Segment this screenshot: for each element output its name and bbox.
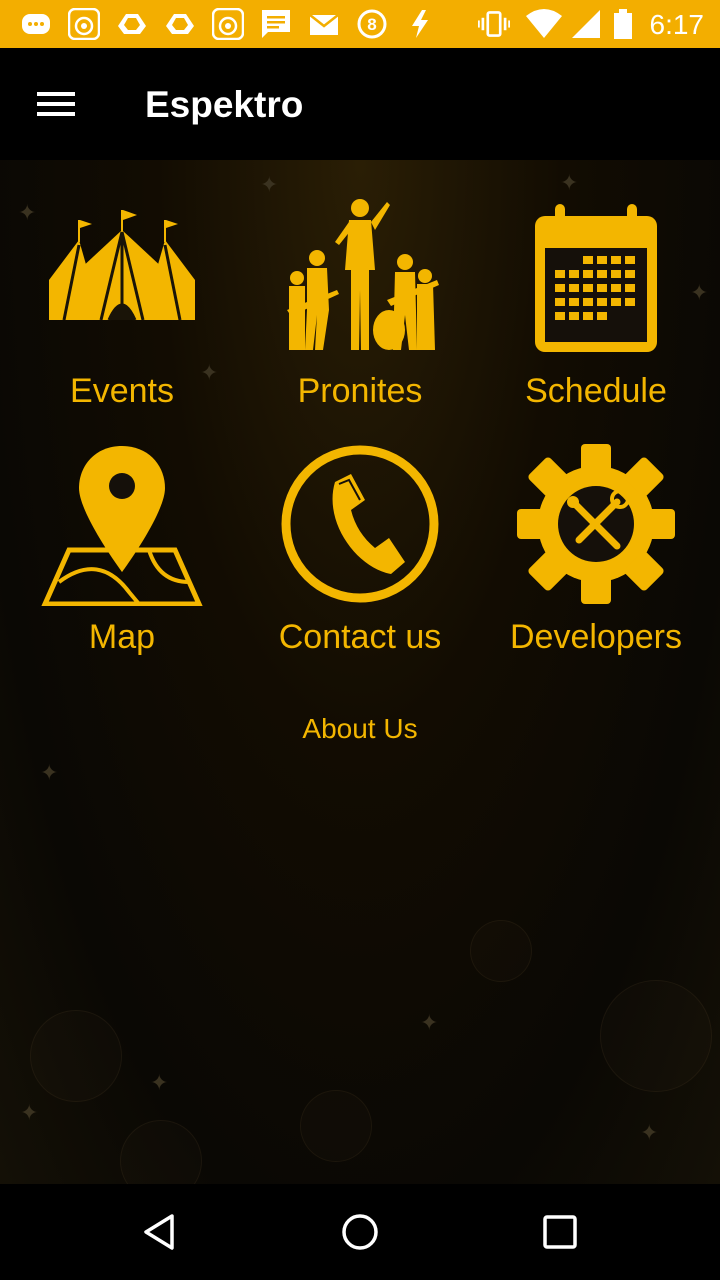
tile-pronites-label: Pronites <box>297 372 423 410</box>
signal-icon <box>572 10 600 38</box>
back-icon[interactable] <box>136 1208 184 1256</box>
hamburger-menu-icon[interactable] <box>24 78 88 134</box>
phone-icon <box>281 445 439 603</box>
lottery-icon <box>212 8 244 40</box>
wifi-icon <box>526 9 562 38</box>
calendar-icon <box>535 204 657 352</box>
app-bar: Espektro <box>0 48 720 160</box>
badge-8-icon: 8 <box>357 9 387 39</box>
nav-bar <box>0 1184 720 1280</box>
tile-contact[interactable]: Contact us <box>250 442 470 672</box>
chat-icon <box>22 14 50 34</box>
main-content: ✦ ✦ ✦ ✦ ✦ ✦ ✦ ✦ ✦ ✦ Events Pronites Sche… <box>0 160 720 1184</box>
home-icon[interactable] <box>336 1208 384 1256</box>
drive-icon <box>118 14 146 34</box>
mail-icon <box>309 14 339 35</box>
status-bar: 8 6:17 <box>0 0 720 48</box>
vibrate-icon <box>478 11 510 37</box>
map-pin-icon <box>41 446 203 606</box>
battery-icon <box>614 9 632 39</box>
status-time: 6:17 <box>649 9 705 40</box>
tile-pronites[interactable]: Pronites <box>250 190 470 420</box>
svg-text:8: 8 <box>367 15 376 34</box>
tile-developers-label: Developers <box>510 618 682 656</box>
drive-icon <box>166 14 194 34</box>
tile-events-label: Events <box>70 372 174 410</box>
band-silhouette-icon <box>287 199 439 350</box>
message-icon <box>262 10 290 38</box>
tools-gear-icon <box>517 444 675 604</box>
about-us-link[interactable]: About Us <box>0 713 720 745</box>
tile-contact-label: Contact us <box>278 618 442 656</box>
tile-map-label: Map <box>88 618 156 656</box>
app-title: Espektro <box>145 84 304 125</box>
tile-events[interactable]: Events <box>12 190 232 420</box>
tile-schedule-label: Schedule <box>525 372 667 410</box>
tile-schedule[interactable]: Schedule <box>486 190 706 420</box>
tile-developers[interactable]: Developers <box>486 442 706 672</box>
recents-icon[interactable] <box>536 1208 584 1256</box>
tile-map[interactable]: Map <box>12 442 232 672</box>
lottery-icon <box>68 8 100 40</box>
flash-icon <box>412 10 428 38</box>
circus-tent-icon <box>49 210 195 321</box>
